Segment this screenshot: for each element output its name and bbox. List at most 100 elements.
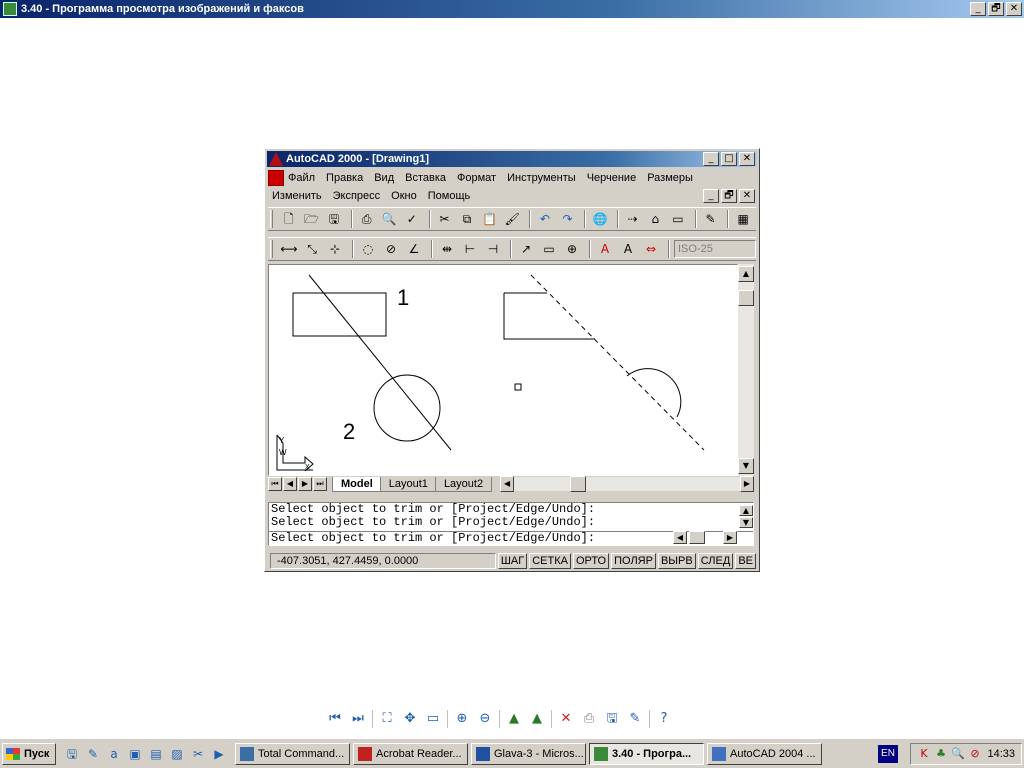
help-icon[interactable]: ? [655,710,673,728]
tolerance-icon[interactable]: ▭ [539,240,559,258]
hscroll-thumb[interactable] [570,476,587,492]
antivirus-icon[interactable]: K [917,747,931,761]
horizontal-scrollbar[interactable]: ◀ ▶ [500,476,754,492]
zoom-in-icon[interactable]: ⊕ [453,710,471,728]
menu-file[interactable]: Файл [288,172,315,184]
language-indicator[interactable]: EN [878,745,898,763]
tools-shortcut-icon[interactable]: ✂ [190,746,206,762]
open-icon[interactable]: 🗁 [302,210,322,228]
otrack-toggle[interactable]: СЛЕД [697,553,734,569]
angular-dim-icon[interactable]: ∠ [404,240,424,258]
cmd-scroll-left-button[interactable]: ◀ [673,531,687,544]
image-shortcut-icon[interactable]: ▨ [169,746,185,762]
zoom-out-icon[interactable]: ⊖ [476,710,494,728]
menu-tools[interactable]: Инструменты [507,172,576,184]
taskbar-item-image-viewer[interactable]: 3.40 - Програ... [589,742,704,765]
scroll-thumb[interactable] [738,290,754,306]
polar-toggle[interactable]: ПОЛЯР [611,553,656,569]
menu-view[interactable]: Вид [374,172,394,184]
scroll-down-button[interactable]: ▼ [738,458,754,474]
properties-icon[interactable]: ▦ [733,210,753,228]
coordinates-display[interactable]: -407.3051, 427.4459, 0.0000 [270,553,496,569]
print-icon[interactable]: ⎙ [580,710,598,728]
menu-express[interactable]: Экспресс [333,190,381,202]
app-shortcut-icon[interactable]: ▤ [148,746,164,762]
menu-format[interactable]: Формат [457,172,496,184]
ordinate-dim-icon[interactable]: ⊹ [325,240,345,258]
baseline-dim-icon[interactable]: ⊢ [460,240,480,258]
edit-icon[interactable]: ✎ [626,710,644,728]
search-icon[interactable]: 🔍 [951,747,965,761]
tab-layout2[interactable]: Layout2 [434,476,493,492]
dim-edit-icon[interactable]: A [595,240,615,258]
scroll-up-button[interactable]: ▲ [738,266,754,282]
taskbar-item-word[interactable]: Glava-3 - Micros... [471,742,586,765]
save-icon[interactable]: 🖫 [603,710,621,728]
snap-toggle[interactable]: ШАГ [497,553,528,569]
acad-minimize-button[interactable]: _ [703,152,719,166]
mdi-restore-button[interactable]: 🗗 [721,189,737,203]
mdi-minimize-button[interactable]: _ [703,189,719,203]
rotate-counterclockwise-icon[interactable]: ▲ [528,710,546,728]
undo-icon[interactable]: ↶ [535,210,555,228]
lwt-toggle[interactable]: ВЕ [735,553,756,569]
media-player-icon[interactable]: ▶ [211,746,227,762]
dim-text-edit-icon[interactable]: A [618,240,638,258]
actual-size-icon[interactable]: ✥ [401,710,419,728]
cmd-scroll-right-button[interactable]: ▶ [723,531,737,544]
pencil-icon[interactable]: ✎ [701,210,721,228]
redo-icon[interactable]: ↷ [558,210,578,228]
scroll-left-button[interactable]: ◀ [500,476,515,492]
best-fit-icon[interactable]: ⛶ [378,710,396,728]
center-mark-icon[interactable]: ⊕ [562,240,582,258]
network-icon[interactable]: ♣ [934,747,948,761]
menu-window[interactable]: Окно [391,190,417,202]
drawing-area[interactable]: 1 2 Y W X [268,264,738,476]
object-snap-icon[interactable]: ⇢ [623,210,643,228]
previous-image-icon[interactable]: ⏮ [326,710,344,728]
menu-help[interactable]: Помощь [428,190,471,202]
menu-draw[interactable]: Черчение [587,172,637,184]
paste-icon[interactable]: 📋 [480,210,500,228]
radius-dim-icon[interactable]: ◌ [358,240,378,258]
match-properties-icon[interactable]: 🖌 [502,210,522,228]
menu-insert[interactable]: Вставка [405,172,446,184]
next-tab-button[interactable]: ▶ [298,477,312,491]
last-tab-button[interactable]: ⏭ [313,477,327,491]
aligned-dim-icon[interactable]: ⤡ [302,240,322,258]
leader-icon[interactable]: ↗ [516,240,536,258]
restore-button[interactable]: 🗗 [988,2,1004,16]
vertical-scrollbar[interactable]: ▲ ▼ [738,264,754,476]
inquiry-icon[interactable]: ▭ [668,210,688,228]
menu-modify[interactable]: Изменить [272,190,322,202]
command-window[interactable]: Select object to trim or [Project/Edge/U… [268,502,754,546]
taskbar-item-acrobat-reader[interactable]: Acrobat Reader... [353,742,468,765]
new-icon[interactable]: 🗋 [279,210,299,228]
menu-edit[interactable]: Правка [326,172,363,184]
start-button[interactable]: Пуск [2,742,56,765]
print-icon[interactable]: ⎙ [357,210,377,228]
browser-icon[interactable]: 🌐 [590,210,610,228]
grid-toggle[interactable]: СЕТКА [529,553,571,569]
linear-dim-icon[interactable]: ⟷ [279,240,299,258]
taskbar-item-autocad[interactable]: AutoCAD 2004 ... [707,742,822,765]
cmd-scroll-up-button[interactable]: ▲ [739,505,753,516]
cut-icon[interactable]: ✂ [435,210,455,228]
menu-dimension[interactable]: Размеры [647,172,693,184]
tab-model[interactable]: Model [332,476,382,492]
pen-shortcut-icon[interactable]: ✎ [85,746,101,762]
rotate-clockwise-icon[interactable]: ▲ [505,710,523,728]
osnap-toggle[interactable]: ВЫРВ [657,553,696,569]
slideshow-icon[interactable]: ▭ [424,710,442,728]
acad-shortcut-icon[interactable]: a [106,746,122,762]
continue-dim-icon[interactable]: ⊣ [483,240,503,258]
diameter-dim-icon[interactable]: ⊘ [381,240,401,258]
close-button[interactable]: ✕ [1006,2,1022,16]
ucs-icon[interactable]: ⌂ [646,210,666,228]
next-image-icon[interactable]: ⏭ [349,710,367,728]
copy-icon[interactable]: ⧉ [457,210,477,228]
blocked-icon[interactable]: ⊘ [968,747,982,761]
tab-layout1[interactable]: Layout1 [379,476,437,492]
quick-dim-icon[interactable]: ⇹ [437,240,457,258]
delete-icon[interactable]: ✕ [557,710,575,728]
